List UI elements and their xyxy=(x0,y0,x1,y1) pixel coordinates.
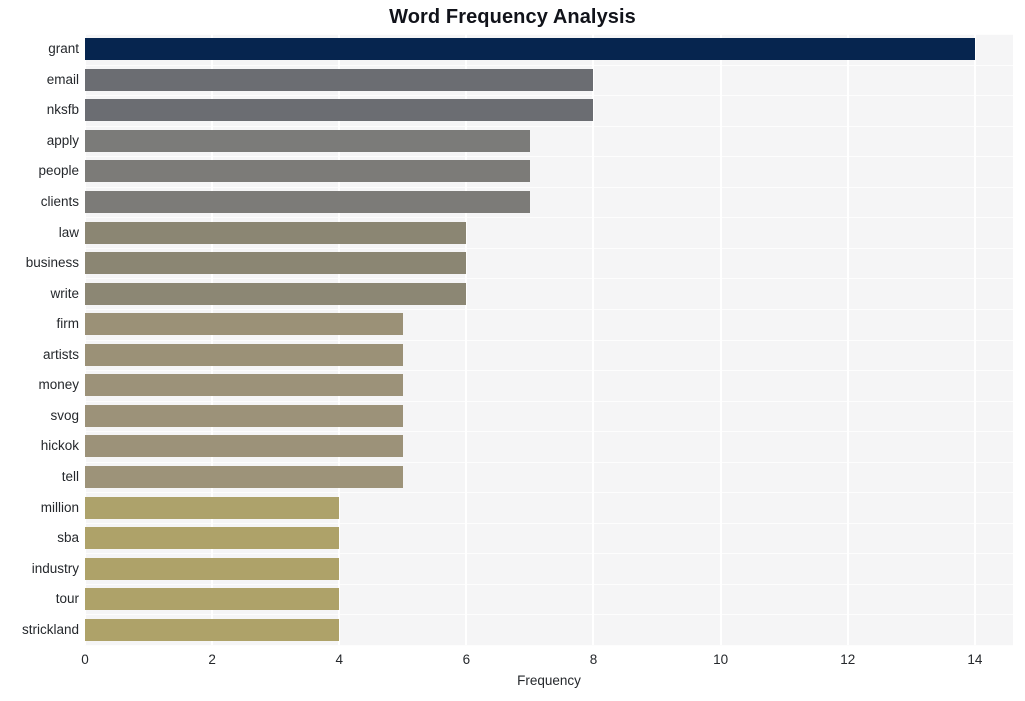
y-tick-label-hickok: hickok xyxy=(40,438,79,454)
bar-business[interactable] xyxy=(85,252,467,275)
plot-area xyxy=(84,34,1013,646)
bar-write[interactable] xyxy=(85,282,467,305)
bar-tour[interactable] xyxy=(85,588,340,611)
y-tick-label-firm: firm xyxy=(56,316,80,332)
bar-clients[interactable] xyxy=(85,191,530,214)
gridline-horizontal xyxy=(85,401,1013,402)
y-tick-label-clients: clients xyxy=(40,194,79,210)
gridline-vertical xyxy=(465,34,468,645)
gridline-horizontal xyxy=(85,34,1013,35)
gridline-vertical xyxy=(592,34,595,645)
gridline-horizontal xyxy=(85,553,1013,554)
y-tick-label-tell: tell xyxy=(61,468,79,484)
gridline-horizontal xyxy=(85,584,1013,585)
x-tick-label-12: 12 xyxy=(840,652,856,667)
bar-grant[interactable] xyxy=(85,38,975,61)
bar-nksfb[interactable] xyxy=(85,99,594,122)
x-axis-title: Frequency xyxy=(517,673,581,688)
y-tick-label-svog: svog xyxy=(50,407,79,423)
y-tick-label-artists: artists xyxy=(42,346,79,362)
y-tick-label-sba: sba xyxy=(57,530,79,546)
x-tick-label-2: 2 xyxy=(208,652,216,667)
bar-firm[interactable] xyxy=(85,313,403,336)
x-tick-label-14: 14 xyxy=(967,652,983,667)
x-tick-label-4: 4 xyxy=(335,652,343,667)
gridline-horizontal xyxy=(85,95,1013,96)
y-tick-label-money: money xyxy=(38,377,79,393)
bar-money[interactable] xyxy=(85,374,403,397)
bar-million[interactable] xyxy=(85,496,340,519)
bar-artists[interactable] xyxy=(85,343,403,366)
bar-hickok[interactable] xyxy=(85,435,403,458)
bar-industry[interactable] xyxy=(85,557,340,580)
bar-svog[interactable] xyxy=(85,404,403,427)
gridline-vertical xyxy=(84,34,86,645)
bar-sba[interactable] xyxy=(85,527,340,550)
gridline-horizontal xyxy=(85,492,1013,493)
gridline-horizontal xyxy=(85,370,1013,371)
gridline-horizontal xyxy=(85,217,1013,218)
gridline-vertical xyxy=(973,34,976,645)
y-tick-label-tour: tour xyxy=(55,591,79,607)
bar-strickland[interactable] xyxy=(85,618,340,641)
y-tick-label-nksfb: nksfb xyxy=(46,102,79,118)
gridline-horizontal xyxy=(85,309,1013,310)
gridline-horizontal xyxy=(85,523,1013,524)
y-tick-label-apply: apply xyxy=(46,132,79,148)
y-tick-label-people: people xyxy=(38,163,79,179)
gridline-horizontal xyxy=(85,278,1013,279)
gridline-vertical xyxy=(719,34,722,645)
y-tick-label-million: million xyxy=(40,499,79,515)
x-tick-label-8: 8 xyxy=(589,652,598,667)
y-tick-label-email: email xyxy=(46,71,79,87)
x-axis-tick-labels: 0 2 4 6 8 10 12 14 xyxy=(0,645,1025,675)
gridline-vertical xyxy=(338,34,341,645)
y-tick-label-strickland: strickland xyxy=(21,621,79,637)
gridline-horizontal xyxy=(85,156,1013,157)
y-tick-label-industry: industry xyxy=(31,560,79,576)
gridline-horizontal xyxy=(85,462,1013,463)
y-tick-label-business: business xyxy=(25,255,79,271)
bar-apply[interactable] xyxy=(85,129,530,152)
bar-law[interactable] xyxy=(85,221,467,244)
y-tick-label-grant: grant xyxy=(48,41,79,57)
gridline-horizontal xyxy=(85,248,1013,249)
gridline-horizontal xyxy=(85,431,1013,432)
gridline-horizontal xyxy=(85,126,1013,127)
y-tick-label-law: law xyxy=(58,224,79,240)
chart-title: Word Frequency Analysis xyxy=(389,6,636,28)
x-tick-label-6: 6 xyxy=(462,652,471,667)
gridline-horizontal xyxy=(85,187,1013,188)
x-tick-label-10: 10 xyxy=(713,652,729,667)
word-frequency-bar-chart: Word Frequency Analysis grant email nksfb a… xyxy=(0,0,1025,701)
x-tick-label-0: 0 xyxy=(81,652,89,667)
y-tick-label-write: write xyxy=(50,285,79,301)
gridline-horizontal xyxy=(85,65,1013,66)
gridline-vertical xyxy=(846,34,849,645)
bar-people[interactable] xyxy=(85,160,530,183)
bar-email[interactable] xyxy=(85,68,594,91)
y-axis-tick-labels: grant email nksfb apply people clients law busi… xyxy=(0,34,79,645)
gridline-horizontal xyxy=(85,340,1013,341)
bar-tell[interactable] xyxy=(85,465,403,488)
gridline-vertical xyxy=(211,34,214,645)
gridline-horizontal xyxy=(85,614,1013,615)
